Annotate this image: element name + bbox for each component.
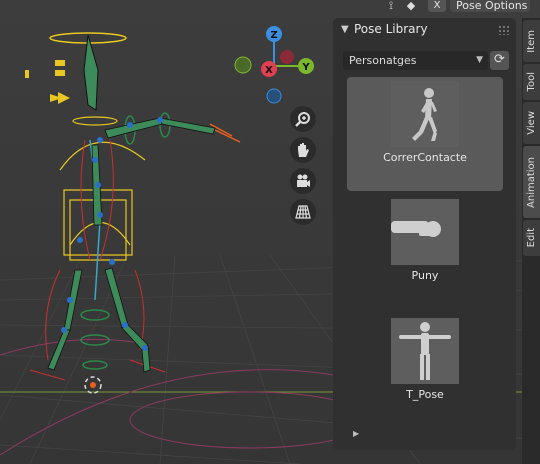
pose-label: Puny bbox=[411, 269, 439, 282]
zoom-button[interactable] bbox=[290, 106, 316, 132]
pose-thumbnail bbox=[391, 199, 459, 265]
panel-header[interactable]: ▼ Pose Library bbox=[333, 18, 516, 43]
tab-animation[interactable]: Animation bbox=[523, 146, 540, 218]
tab-item[interactable]: Item bbox=[523, 20, 540, 62]
gizmo-z-label: Z bbox=[270, 30, 277, 41]
t-pose-figure-icon bbox=[399, 322, 451, 380]
camera-view-button[interactable] bbox=[290, 168, 316, 194]
drag-handle-icon[interactable] bbox=[498, 25, 510, 35]
shading-icon[interactable]: ◆ bbox=[404, 0, 418, 12]
navigation-gizmo[interactable]: Z Y X bbox=[228, 24, 328, 110]
library-select[interactable]: Personatges ▼ bbox=[343, 51, 488, 70]
chevron-down-icon[interactable]: ▼ bbox=[341, 24, 349, 35]
pose-thumbnail bbox=[391, 318, 459, 384]
gizmo-neg-y bbox=[280, 50, 294, 64]
pose-item[interactable]: T_Pose bbox=[347, 314, 503, 428]
pan-button[interactable] bbox=[290, 137, 316, 163]
expand-arrow-icon[interactable]: ▶ bbox=[353, 429, 359, 438]
panel-title: Pose Library bbox=[354, 22, 428, 36]
pose-label: CorrerContacte bbox=[383, 151, 467, 164]
pose-library-panel: ▼ Pose Library Personatges ▼ ⟳ CorrerCon… bbox=[333, 18, 516, 450]
overlay-icon[interactable]: ⟟ bbox=[384, 0, 398, 12]
perspective-toggle-button[interactable] bbox=[290, 199, 316, 225]
library-select-value: Personatges bbox=[349, 54, 417, 67]
pose-item[interactable]: Puny bbox=[347, 195, 503, 309]
zoom-icon bbox=[295, 112, 310, 127]
chevron-down-icon: ▼ bbox=[476, 55, 483, 65]
gizmo-neg-x bbox=[234, 56, 252, 74]
tab-tool[interactable]: Tool bbox=[523, 64, 540, 100]
pose-label: T_Pose bbox=[406, 388, 444, 401]
refresh-button[interactable]: ⟳ bbox=[490, 51, 509, 70]
camera-icon bbox=[297, 174, 310, 187]
tab-view[interactable]: View bbox=[523, 102, 540, 144]
pose-item[interactable]: CorrerContacte bbox=[347, 77, 503, 191]
fist-icon bbox=[391, 221, 441, 237]
close-button[interactable]: X bbox=[428, 0, 446, 12]
walking-figure-icon bbox=[412, 88, 437, 141]
hand-icon bbox=[298, 143, 309, 157]
pose-thumbnail bbox=[391, 81, 459, 147]
gizmo-x-label: X bbox=[265, 65, 273, 76]
sidebar-tabs: Item Tool View Animation Edit bbox=[522, 18, 540, 464]
pose-options-menu[interactable]: Pose Options bbox=[450, 0, 530, 12]
gizmo-y-label: Y bbox=[301, 62, 310, 73]
grid-icon bbox=[295, 205, 311, 219]
gizmo-neg-z bbox=[266, 88, 282, 104]
refresh-icon: ⟳ bbox=[494, 52, 505, 67]
tab-edit[interactable]: Edit bbox=[523, 220, 540, 256]
